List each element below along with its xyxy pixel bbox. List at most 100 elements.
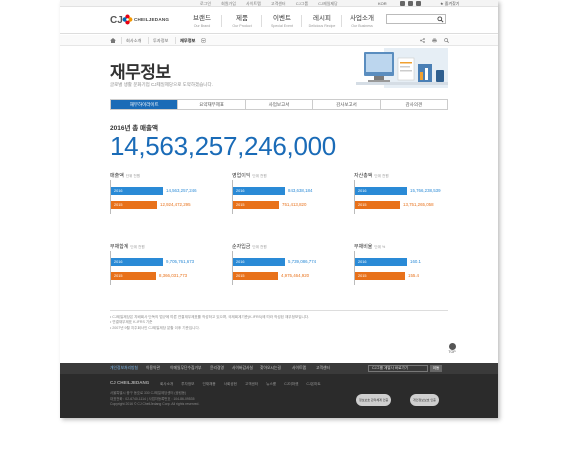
- sales-value: 14,563,257,246,000: [110, 131, 336, 161]
- tab-audit-opinion[interactable]: 감사의견: [380, 100, 448, 109]
- chart-row: 2015 13,751,265,058: [355, 201, 463, 209]
- footer-logo: CJ CHEILJEDANG: [110, 380, 150, 385]
- chart-total-assets: 자산총액 단위 천원 2016 15,766,238,539 2015 13,751,26…: [354, 172, 464, 214]
- crumb-divider: [121, 37, 122, 44]
- bar-year-label: 2016: [236, 260, 245, 264]
- bar-year-label: 2015: [358, 274, 367, 278]
- gnb-event[interactable]: 이벤트 Special Event: [262, 12, 302, 28]
- bar-year-label: 2016: [114, 189, 123, 193]
- gnb-sublabel: Our Brand: [193, 24, 211, 28]
- gnb-sublabel: Delicious Recipe: [308, 24, 336, 28]
- footer-nav-link[interactable]: 이메일무단수집거부: [170, 363, 201, 374]
- home-icon[interactable]: [110, 38, 116, 43]
- chart-row: 2016 15,766,238,539: [355, 187, 463, 195]
- logo-wordmark: CHEILJEDANG: [134, 17, 170, 22]
- chart-bar: 2016: [355, 258, 407, 266]
- util-link[interactable]: 고객센터: [271, 1, 286, 6]
- cj-logo[interactable]: CJ CHEILJEDANG: [110, 13, 169, 27]
- gnb-label: 제품: [236, 15, 248, 22]
- crumb-current[interactable]: 재무정보: [180, 35, 195, 46]
- facebook-icon[interactable]: [400, 1, 405, 6]
- zoom-icon[interactable]: [444, 38, 449, 43]
- chart-debt-ratio: 부채비율 단위 % 2016 160.1 2015 155.4: [354, 243, 464, 285]
- crumb-invest[interactable]: 투자정보: [153, 35, 168, 46]
- bar-value-label: 8,366,031,773: [159, 273, 188, 278]
- family-go-button[interactable]: 이동: [430, 365, 442, 372]
- blog-icon[interactable]: [416, 1, 421, 6]
- bar-value-label: 155.4: [408, 273, 419, 278]
- family-site-select[interactable]: CJ그룹 계열사 바로가기: [368, 365, 428, 372]
- arrow-up-icon: [448, 343, 456, 350]
- gnb-brand[interactable]: 브랜드 Our Brand: [182, 12, 222, 28]
- chart-row: 2016 9,705,761,673: [111, 258, 219, 266]
- chart-revenue: 매출액 단위 천원 2016 14,563,257,246 2015 12,924,472…: [110, 172, 220, 214]
- footer-nav-link[interactable]: 개인정보처리방침: [110, 363, 138, 374]
- util-link[interactable]: CJ제일제당: [318, 1, 338, 6]
- copyright: Copyright 2016 © CJ CheilJedang Corp. Al…: [110, 402, 200, 406]
- footer-link[interactable]: 고객센터: [245, 382, 258, 386]
- utility-bar: 로그인 회원가입 사이트맵 고객센터 CJ그룹 CJ제일제당 KOR ★ 즐겨찾…: [60, 0, 498, 7]
- search-icon[interactable]: [437, 16, 444, 23]
- chart-net-borrowings: 순자입금 단위 천원 2016 5,739,086,774 2015 4,975,464,…: [232, 243, 342, 285]
- tab-business-report[interactable]: 사업보고서: [245, 100, 314, 109]
- tab-summary-statements[interactable]: 요약재무제표: [178, 100, 246, 109]
- top-button[interactable]: TOP: [446, 343, 458, 354]
- chart-row: 2015 12,924,472,295: [111, 201, 219, 209]
- footer-nav: 개인정보처리방침 이용약관 이메일무단수집거부 윤리경영 사이버감사실 찾아오시…: [60, 363, 498, 374]
- util-link[interactable]: 회원가입: [221, 1, 236, 6]
- bar-year-label: 2016: [358, 189, 367, 193]
- chart-row: 2015 751,413,820: [233, 201, 341, 209]
- certification-badge: 개인정보보호 인증: [410, 394, 439, 406]
- page-subtitle: 글로벌 생활 문화기업 CJ제일제당으로 도약하겠습니다.: [110, 82, 213, 87]
- bar-year-label: 2015: [358, 203, 367, 207]
- chart-title-text: 영업이익: [232, 173, 251, 179]
- bar-year-label: 2016: [114, 260, 123, 264]
- print-icon[interactable]: [432, 38, 437, 43]
- footer-link[interactable]: 뉴스룸: [266, 382, 276, 386]
- chart-title-text: 부채합계: [110, 244, 129, 250]
- bar-value-label: 5,739,086,774: [288, 259, 317, 264]
- footer-nav-link[interactable]: 윤리경영: [210, 363, 224, 374]
- favorite-link[interactable]: ★ 즐겨찾기: [440, 0, 459, 7]
- crumb-company[interactable]: 회사소개: [126, 35, 141, 46]
- chart-title: 자산총액 단위 천원: [354, 172, 389, 179]
- footer-nav-link[interactable]: 이용약관: [146, 363, 160, 374]
- chevron-down-icon[interactable]: [201, 38, 206, 43]
- footer-nav-link[interactable]: 사이버감사실: [232, 363, 253, 374]
- footer-link[interactable]: 인재채용: [202, 382, 215, 386]
- chart-title: 부채합계 단위 천원: [110, 243, 145, 250]
- chart-unit: 단위 천원: [252, 174, 267, 178]
- bar-year-label: 2016: [236, 189, 245, 193]
- chart-bar: 2015: [233, 201, 279, 209]
- bar-value-label: 9,705,761,673: [166, 259, 195, 264]
- footer-link[interactable]: 회사소개: [160, 382, 173, 386]
- chart-title-text: 부채비율: [354, 244, 373, 250]
- gnb-recipe[interactable]: 레시피 Delicious Recipe: [302, 12, 342, 28]
- gnb-product[interactable]: 제품 Our Product: [222, 12, 262, 28]
- bar-value-label: 13,751,265,058: [403, 202, 434, 207]
- chart-unit: 단위 천원: [125, 174, 141, 178]
- footer-link[interactable]: 사회공헌: [224, 382, 237, 386]
- footer-nav-link[interactable]: 고객센터: [316, 363, 330, 374]
- language-select[interactable]: KOR: [378, 0, 387, 7]
- footer-link[interactable]: CJ더마켓: [284, 382, 298, 386]
- finance-illustration: [356, 48, 448, 88]
- tab-audit-report[interactable]: 감사보고서: [313, 100, 381, 109]
- util-link[interactable]: CJ그룹: [296, 1, 308, 6]
- chart-bar: 2015: [355, 272, 405, 280]
- bar-year-label: 2015: [114, 274, 123, 278]
- chart-bar: 2015: [233, 272, 278, 280]
- chart-bar: 2015: [111, 272, 156, 280]
- footer-link[interactable]: CJ온마트: [306, 382, 320, 386]
- util-link[interactable]: 로그인: [200, 1, 211, 6]
- twitter-icon[interactable]: [408, 1, 413, 6]
- footer-nav-link[interactable]: 사이트맵: [292, 363, 306, 374]
- bar-value-label: 15,766,238,539: [410, 188, 441, 193]
- footer-nav-link[interactable]: 찾아오시는길: [260, 363, 281, 374]
- search-input[interactable]: [386, 14, 446, 24]
- footer-link[interactable]: 투자정보: [181, 382, 194, 386]
- util-link[interactable]: 사이트맵: [246, 1, 261, 6]
- share-icon[interactable]: [420, 38, 425, 43]
- tab-highlight[interactable]: 재무하이라이트: [111, 100, 179, 109]
- gnb-business[interactable]: 사업소개 Our Business: [342, 12, 382, 28]
